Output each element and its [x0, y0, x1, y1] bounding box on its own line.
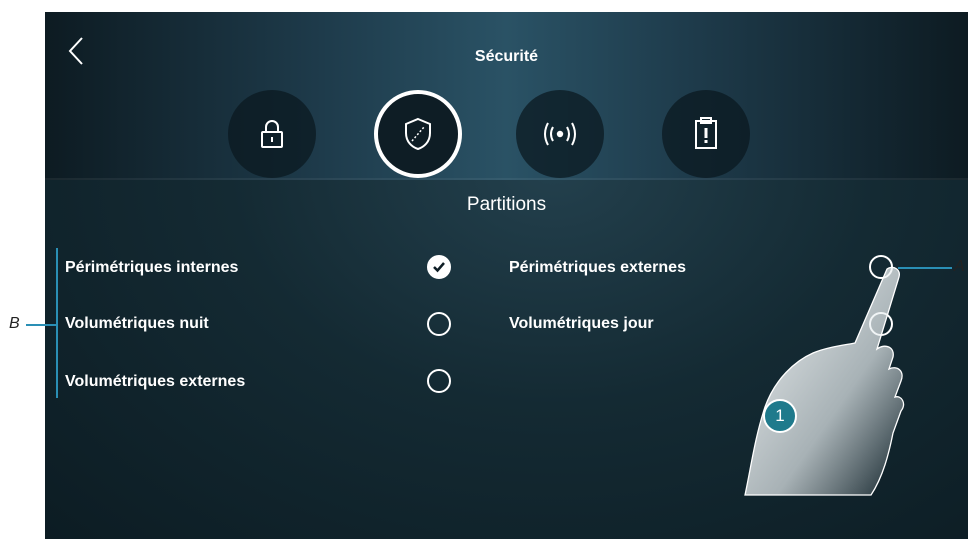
callout-b-bracket	[56, 248, 58, 398]
lock-icon	[261, 120, 283, 148]
clipboard-alert-icon	[695, 117, 717, 149]
tab-alerts[interactable]	[662, 90, 750, 178]
partition-toggle-volumetriques-externes[interactable]	[427, 369, 451, 393]
tab-lock[interactable]	[228, 90, 316, 178]
partition-label: Volumétriques nuit	[65, 315, 209, 332]
partition-label: Volumétriques externes	[65, 373, 246, 390]
section-title: Partitions	[466, 194, 547, 215]
header: Sécurité	[45, 12, 968, 180]
tab-alarm-partitions[interactable]	[374, 90, 462, 178]
callout-b: B	[9, 315, 20, 332]
partition-toggle-perimetriques-internes[interactable]	[427, 255, 451, 279]
page-title: Sécurité	[474, 48, 539, 65]
shield-icon	[405, 117, 431, 151]
check-icon	[433, 262, 445, 273]
callout-a: A	[954, 258, 965, 275]
hand-pointer-illustration	[744, 266, 905, 496]
callout-b-line	[26, 324, 56, 326]
signal-icon	[544, 122, 576, 146]
tab-signal[interactable]	[516, 90, 604, 178]
partition-label: Périmétriques externes	[509, 259, 686, 276]
partition-toggle-volumetriques-nuit[interactable]	[427, 312, 451, 336]
partition-label: Volumétriques jour	[509, 315, 654, 332]
partition-label: Périmétriques internes	[65, 259, 239, 276]
device-screen: Sécurité Partitions Périmétriques intern…	[45, 12, 968, 539]
step-badge: 1	[763, 399, 797, 433]
callout-a-line	[898, 267, 952, 269]
